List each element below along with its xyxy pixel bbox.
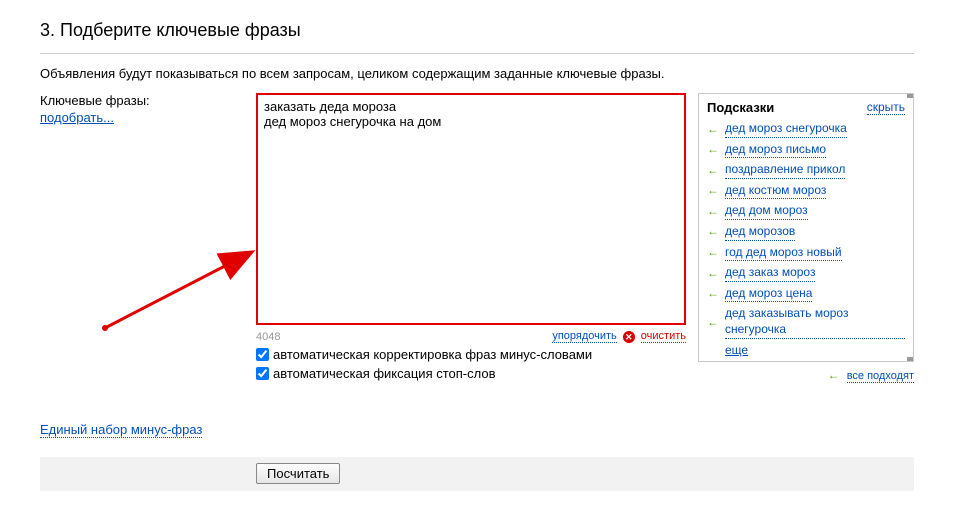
hint-item[interactable]: ← дед мороз цена bbox=[707, 286, 905, 303]
hint-link[interactable]: дед заказ мороз bbox=[725, 265, 815, 282]
arrow-left-icon: ← bbox=[707, 204, 719, 220]
arrow-left-icon: ← bbox=[707, 286, 719, 302]
minus-set-link[interactable]: Единый набор минус-фраз bbox=[40, 422, 202, 438]
clear-icon[interactable]: ✕ bbox=[623, 331, 635, 343]
hint-item[interactable]: ← дед костюм мороз bbox=[707, 183, 905, 200]
hint-list: ← дед мороз снегурочка ← дед мороз письмо ← п… bbox=[707, 121, 905, 339]
arrow-left-icon: ← bbox=[707, 315, 719, 331]
hint-item[interactable]: ← год дед мороз новый bbox=[707, 245, 905, 262]
scrollbar[interactable] bbox=[907, 94, 913, 361]
hint-item[interactable]: ← дед мороз снегурочка bbox=[707, 121, 905, 138]
section-title-text: Подберите ключевые фразы bbox=[60, 20, 301, 40]
hints-title: Подсказки bbox=[707, 100, 774, 115]
calc-button[interactable]: Посчитать bbox=[256, 463, 340, 484]
section-number: 3. bbox=[40, 20, 55, 40]
char-counter: 4048 bbox=[256, 331, 280, 343]
arrow-left-icon: ← bbox=[707, 142, 719, 158]
hint-item[interactable]: ← дед заказывать мороз снегурочка bbox=[707, 306, 905, 338]
hint-link[interactable]: дед костюм мороз bbox=[725, 183, 826, 200]
hint-item[interactable]: ← поздравление прикол bbox=[707, 162, 905, 179]
hint-link[interactable]: поздравление прикол bbox=[725, 162, 845, 179]
keywords-label: Ключевые фразы: bbox=[40, 93, 256, 108]
keywords-input[interactable] bbox=[256, 93, 686, 325]
hint-link[interactable]: дед мороз письмо bbox=[725, 142, 826, 159]
checkbox-auto-correct-input[interactable] bbox=[256, 348, 269, 361]
sort-link[interactable]: упорядочить bbox=[552, 330, 616, 343]
more-link[interactable]: еще bbox=[725, 343, 748, 357]
arrow-left-icon: ← bbox=[707, 245, 719, 261]
section-title: 3. Подберите ключевые фразы bbox=[40, 20, 914, 41]
intro-text: Объявления будут показываться по всем за… bbox=[40, 66, 914, 81]
hide-link[interactable]: скрыть bbox=[867, 100, 905, 115]
checkbox-auto-correct[interactable]: автоматическая корректировка фраз минус-… bbox=[256, 347, 690, 362]
pick-link[interactable]: подобрать... bbox=[40, 110, 114, 125]
all-fit-link[interactable]: все подходят bbox=[847, 370, 914, 383]
annotation-arrow bbox=[100, 243, 270, 343]
footer-bar: Посчитать bbox=[40, 457, 914, 491]
hint-link[interactable]: дед мороз цена bbox=[725, 286, 812, 303]
hint-item[interactable]: ← дед мороз письмо bbox=[707, 142, 905, 159]
arrow-left-icon: ← bbox=[707, 183, 719, 199]
hint-link[interactable]: дед мороз снегурочка bbox=[725, 121, 847, 138]
hint-item[interactable]: ← дед морозов bbox=[707, 224, 905, 241]
hint-link[interactable]: год дед мороз новый bbox=[725, 245, 842, 262]
arrow-left-icon: ← bbox=[828, 368, 840, 382]
arrow-left-icon: ← bbox=[707, 266, 719, 282]
hint-link[interactable]: дед заказывать мороз снегурочка bbox=[725, 306, 905, 338]
checkbox-auto-stop-label: автоматическая фиксация стоп-слов bbox=[273, 366, 496, 381]
arrow-left-icon: ← bbox=[707, 224, 719, 240]
hints-panel: Подсказки скрыть ← дед мороз снегурочка ← д… bbox=[698, 93, 914, 362]
hint-link[interactable]: дед дом мороз bbox=[725, 203, 808, 220]
arrow-left-icon: ← bbox=[707, 163, 719, 179]
hint-link[interactable]: дед морозов bbox=[725, 224, 795, 241]
checkbox-auto-stop[interactable]: автоматическая фиксация стоп-слов bbox=[256, 366, 690, 381]
checkbox-auto-stop-input[interactable] bbox=[256, 367, 269, 380]
checkbox-auto-correct-label: автоматическая корректировка фраз минус-… bbox=[273, 347, 592, 362]
hint-item[interactable]: ← дед заказ мороз bbox=[707, 265, 905, 282]
hint-item[interactable]: ← дед дом мороз bbox=[707, 203, 905, 220]
divider bbox=[40, 53, 914, 54]
arrow-left-icon: ← bbox=[707, 122, 719, 138]
clear-link[interactable]: очистить bbox=[641, 330, 686, 343]
